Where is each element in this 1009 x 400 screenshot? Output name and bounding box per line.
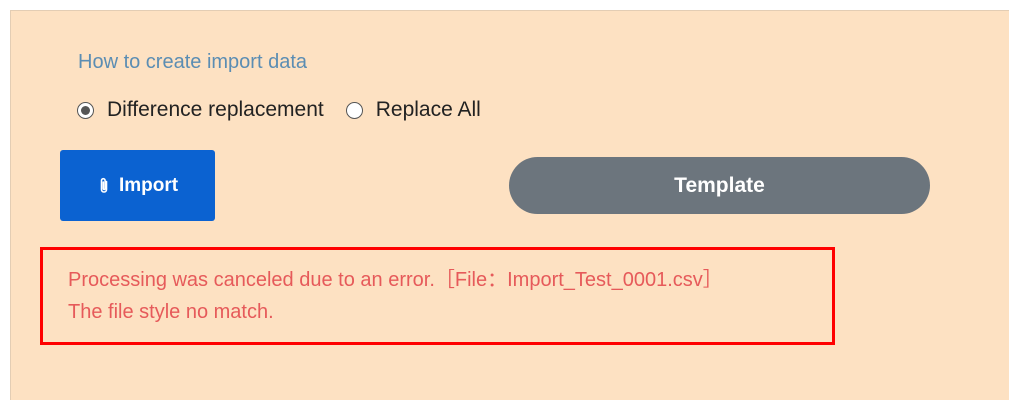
radio-label-difference-replacement: Difference replacement — [107, 98, 324, 121]
import-method-radio-group: Difference replacement Replace All — [77, 97, 481, 123]
template-button[interactable]: Template — [509, 157, 930, 214]
section-title: How to create import data — [78, 51, 307, 73]
radio-label-replace-all: Replace All — [375, 98, 481, 121]
radio-replace-all[interactable]: Replace All — [345, 98, 481, 122]
radio-difference-replacement[interactable]: Difference replacement — [77, 98, 324, 122]
radio-dot — [81, 105, 90, 115]
error-message-box: Processing was canceled due to an error.… — [40, 247, 835, 345]
import-button-label: Import — [118, 174, 179, 196]
error-message-line-2: The file style no match. — [68, 301, 274, 323]
import-button[interactable]: Import — [60, 150, 215, 221]
import-panel: How to create import data Difference rep… — [10, 10, 1009, 400]
template-button-label: Template — [674, 173, 765, 197]
error-message-line-1: Processing was canceled due to an error.… — [68, 269, 723, 291]
radio-button-unselected[interactable] — [345, 101, 363, 119]
radio-button-selected[interactable] — [77, 101, 94, 119]
paperclip-icon — [100, 177, 108, 193]
